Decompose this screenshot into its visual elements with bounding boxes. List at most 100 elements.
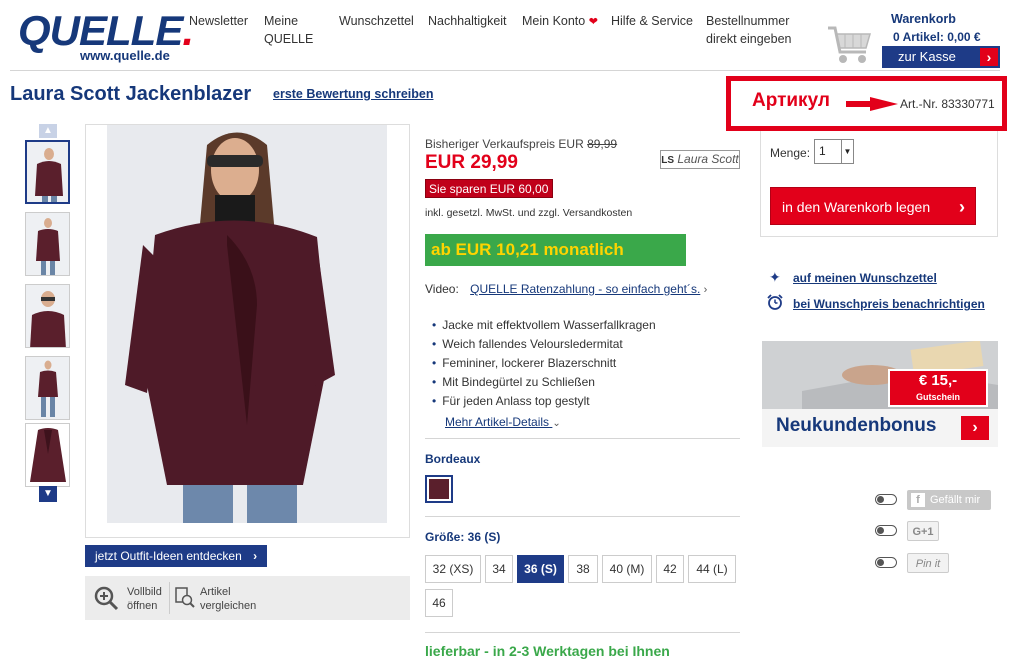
list-item: Jacke mit effektvollem Wasserfallkragen	[432, 316, 655, 335]
header-divider	[10, 70, 1000, 71]
quantity-select[interactable]: 1 ▼	[814, 139, 854, 164]
thumbnail-image	[27, 142, 68, 202]
size-option-selected[interactable]: 36 (S)	[517, 555, 564, 583]
zoom-icon[interactable]	[93, 585, 119, 611]
more-details-link[interactable]: Mehr Artikel-Details ⌄	[445, 415, 561, 429]
brand-logo[interactable]: LS Laura Scott	[660, 150, 740, 169]
pin-icon: ✦	[769, 269, 781, 285]
video-link[interactable]: QUELLE Ratenzahlung - so einfach geht´s.	[470, 282, 700, 296]
arrow-right-icon: ›	[980, 48, 998, 66]
product-title: Laura Scott Jackenblazer	[10, 83, 252, 105]
add-to-cart-label: in den Warenkorb legen	[782, 199, 931, 215]
main-product-image[interactable]	[107, 125, 387, 523]
thumbnail-3[interactable]	[25, 284, 70, 348]
image-tools-bar: Vollbild öffnen Artikel vergleichen	[85, 576, 410, 620]
color-fill	[429, 479, 449, 499]
price-alert-link[interactable]: bei Wunschpreis benachrichtigen	[793, 297, 985, 311]
compare-icon[interactable]	[175, 587, 195, 609]
nav-newsletter[interactable]: Newsletter	[189, 12, 248, 30]
pinterest-toggle[interactable]	[875, 557, 897, 568]
size-option[interactable]: 32 (XS)	[425, 555, 481, 583]
thumbnail-scroll-down-button[interactable]: ▼	[39, 486, 57, 502]
facebook-icon: f	[911, 493, 925, 508]
thumbnail-2[interactable]	[25, 212, 70, 276]
delivery-status: lieferbar - in 2-3 Werktagen bei Ihnen	[425, 643, 670, 659]
old-price: Bisheriger Verkaufspreis EUR 89,99	[425, 137, 617, 151]
thumbnail-scroll-up-button[interactable]: ▲	[39, 124, 57, 138]
alarm-clock-icon	[767, 294, 783, 310]
brand-initials: LS	[661, 155, 675, 166]
divider	[425, 516, 740, 517]
thumbnail-image	[26, 357, 69, 419]
chevron-right-icon: ›	[703, 284, 708, 296]
facebook-like-button[interactable]: f Gefällt mir	[907, 490, 991, 510]
chevron-down-icon: ❤	[588, 16, 598, 28]
size-option[interactable]: 44 (L)	[688, 555, 736, 583]
video-label: Video:	[425, 282, 459, 296]
gplus-toggle[interactable]	[875, 525, 897, 536]
coupon-amount: € 15,-	[918, 372, 958, 389]
shopping-cart-icon[interactable]	[826, 22, 872, 66]
thumbnail-image	[26, 285, 69, 347]
new-customer-promo[interactable]: € 15,- Gutschein Neukundenbonus ›	[762, 341, 998, 447]
nav-wunschzettel[interactable]: Wunschzettel	[339, 12, 414, 30]
fullscreen-link[interactable]: Vollbild öffnen	[127, 585, 162, 613]
thumbnail-image	[26, 213, 69, 275]
divider	[425, 632, 740, 633]
add-to-cart-button[interactable]: in den Warenkorb legen ›	[770, 187, 976, 225]
video-line: Video: QUELLE Ratenzahlung - so einfach …	[425, 282, 707, 296]
nav-meine-quelle[interactable]: Meine QUELLE	[264, 12, 313, 48]
pinterest-button[interactable]: Pin it	[907, 553, 949, 573]
feature-list: Jacke mit effektvollem Wasserfallkragen …	[432, 316, 656, 411]
thumbnail-1[interactable]	[25, 140, 70, 204]
list-item: Femininer, lockerer Blazerschnitt	[432, 354, 656, 373]
wishlist-link[interactable]: auf meinen Wunschzettel	[793, 271, 937, 285]
size-label: Größe: 36 (S)	[425, 530, 501, 544]
old-price-value: 89,99	[587, 137, 618, 151]
color-swatch-bordeaux[interactable]	[425, 475, 453, 503]
nav-mein-konto[interactable]: Mein Konto ❤	[522, 12, 598, 31]
facebook-toggle[interactable]	[875, 494, 897, 505]
quantity-label: Menge:	[770, 146, 811, 160]
arrow-right-icon: ›	[959, 197, 965, 217]
write-review-link[interactable]: erste Bewertung schreiben	[273, 87, 433, 101]
product-photo	[107, 125, 387, 523]
size-option[interactable]: 34	[485, 555, 513, 583]
size-option[interactable]: 42	[656, 555, 684, 583]
cart-count: 0 Artikel: 0,00 €	[893, 30, 981, 44]
quantity-value: 1	[819, 144, 826, 158]
monthly-rate-banner[interactable]: ab EUR 10,21 monatlich	[425, 234, 686, 266]
article-annotation-label: Артикул	[752, 90, 830, 111]
color-label: Bordeaux	[425, 452, 481, 466]
coupon-label: Gutschein	[915, 392, 960, 402]
checkout-button[interactable]: zur Kasse ›	[882, 46, 1000, 68]
checkout-label: zur Kasse	[898, 49, 956, 64]
chevron-down-icon: ⌄	[552, 418, 561, 429]
more-details-label: Mehr Artikel-Details	[445, 415, 550, 429]
outfit-ideas-button[interactable]: jetzt Outfit-Ideen entdecken ›	[85, 545, 267, 567]
nav-bestellnummer[interactable]: Bestellnummer direkt eingeben	[706, 12, 791, 48]
annotation-arrow-icon	[846, 97, 898, 111]
size-option[interactable]: 38	[568, 555, 598, 583]
thumbnail-image	[26, 424, 69, 486]
gplus-button[interactable]: G+1	[907, 521, 939, 541]
quelle-logo[interactable]: QUELLE. www.quelle.de	[18, 10, 194, 64]
list-item: Weich fallendes Veloursledermitat	[432, 335, 656, 354]
thumbnail-5[interactable]	[25, 423, 70, 487]
nav-nachhaltigkeit[interactable]: Nachhaltigkeit	[428, 12, 507, 30]
vat-note: inkl. gesetzl. MwSt. und zzgl. Versandko…	[425, 207, 633, 219]
coupon-badge: € 15,- Gutschein	[888, 369, 988, 407]
size-option[interactable]: 40 (M)	[602, 555, 652, 583]
thumbnail-4[interactable]	[25, 356, 70, 420]
compare-link[interactable]: Artikel vergleichen	[200, 585, 256, 613]
cart-title[interactable]: Warenkorb	[891, 12, 956, 26]
list-item: Für jeden Anlass top gestylt	[432, 392, 656, 411]
nav-hilfe-service[interactable]: Hilfe & Service	[611, 12, 693, 30]
chevron-right-icon: ›	[253, 549, 258, 563]
current-price: EUR 29,99	[425, 152, 518, 173]
tools-divider	[169, 582, 170, 614]
size-option[interactable]: 46	[425, 589, 453, 617]
promo-title: Neukundenbonus	[776, 415, 937, 436]
article-number: Art.-Nr. 83330771	[900, 97, 995, 111]
chevron-down-icon: ▼	[841, 140, 853, 163]
